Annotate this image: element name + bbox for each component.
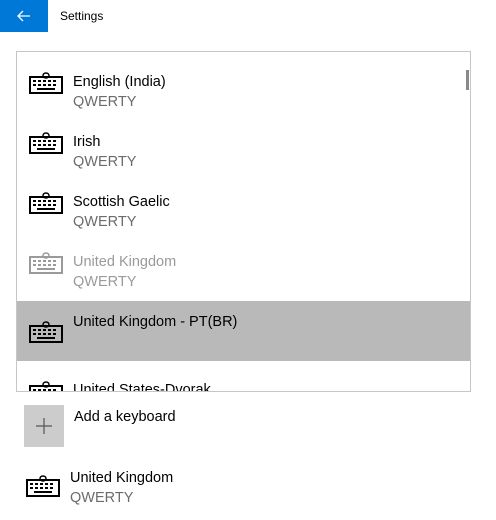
list-item-united-states-dvorak[interactable]: United States-Dvorak (17, 361, 470, 392)
scrollbar-thumb[interactable] (466, 70, 469, 90)
list-item-name: United Kingdom (73, 254, 177, 270)
list-item-english-india[interactable]: English (India) QWERTY (17, 52, 470, 112)
keyboard-icon (29, 252, 63, 274)
list-item-name: English (India) (73, 74, 166, 90)
list-item-name: United Kingdom - PT(BR) (73, 314, 238, 330)
keyboard-icon (26, 475, 60, 497)
list-item-layout: QWERTY (73, 274, 137, 290)
title-bar: Settings (0, 0, 496, 32)
keyboard-icon (29, 321, 63, 343)
list-item-scottish-gaelic[interactable]: Scottish Gaelic QWERTY (17, 172, 470, 232)
list-item-name: United States-Dvorak (73, 382, 211, 392)
installed-keyboard-name: United Kingdom (70, 470, 174, 486)
list-item-layout: QWERTY (73, 214, 137, 230)
keyboard-icon (29, 72, 63, 94)
window-title: Settings (60, 9, 104, 23)
list-item-irish[interactable]: Irish QWERTY (17, 112, 470, 172)
list-item-layout: QWERTY (73, 154, 137, 170)
list-item-layout: QWERTY (73, 94, 137, 110)
installed-keyboard-layout: QWERTY (70, 490, 134, 506)
plus-icon (36, 418, 52, 434)
keyboard-icon (29, 132, 63, 154)
back-button[interactable] (0, 0, 48, 32)
add-tile[interactable] (24, 405, 64, 447)
installed-keyboard-item[interactable]: United Kingdom QWERTY (24, 465, 324, 513)
list-item-united-kingdom-disabled: United Kingdom QWERTY (17, 232, 470, 292)
back-arrow-icon (17, 10, 30, 22)
list-item-united-kingdom-pt-br[interactable]: United Kingdom - PT(BR) (17, 301, 470, 361)
add-keyboard-label: Add a keyboard (74, 409, 176, 425)
keyboard-icon (29, 381, 63, 391)
keyboard-icon (29, 192, 63, 214)
list-item-name: Scottish Gaelic (73, 194, 170, 210)
add-keyboard-button[interactable]: Add a keyboard (24, 405, 324, 447)
keyboard-selection-list[interactable]: English (India) QWERTY Irish QWERTY Scot… (16, 51, 471, 392)
list-item-name: Irish (73, 134, 101, 150)
